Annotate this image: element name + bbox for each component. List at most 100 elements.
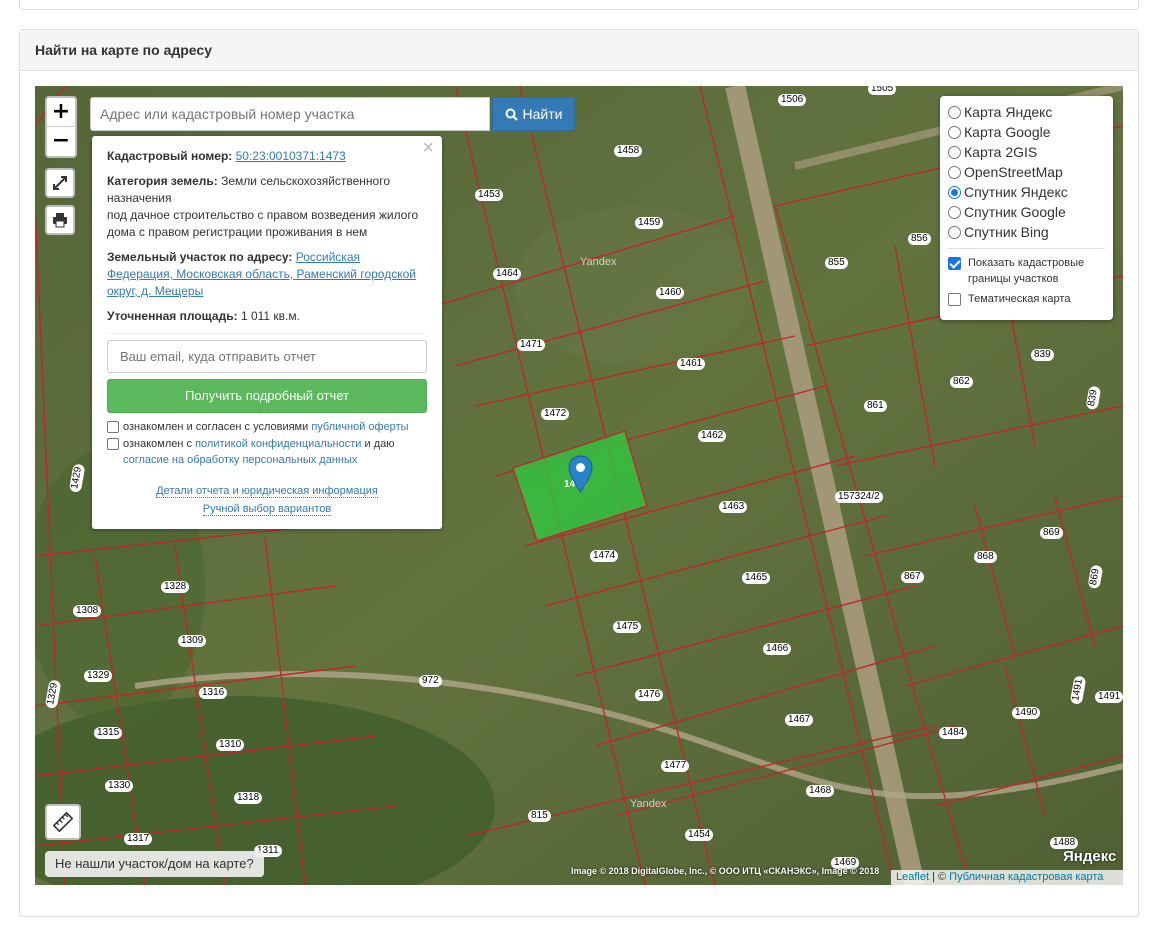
manual-selection-link[interactable]: Ручной выбор вариантов [202,503,332,516]
show-borders-checkbox[interactable] [948,257,961,270]
imagery-credit: Image © 2018 DigitalGlobe, Inc., © ООО И… [571,866,880,876]
thematic-map-checkbox[interactable] [948,293,961,306]
plot-label: 1466 [763,643,792,655]
layer-option-2gis[interactable]: Карта 2GIS [948,142,1105,162]
print-icon [53,213,67,228]
email-field[interactable] [107,340,427,373]
layer-label: Спутник Яндекс [964,184,1068,200]
layer-label: Спутник Google [964,204,1066,220]
land-category-label: Категория земель: [107,174,218,188]
area-row: Уточненная площадь: 1 011 кв.м. [107,308,427,325]
yandex-watermark: Yandex [580,256,617,268]
measure-button[interactable] [45,804,81,840]
layer-option-yandex-map[interactable]: Карта Яндекс [948,102,1105,122]
layer-option-osm[interactable]: OpenStreetMap [948,162,1105,182]
map-search-panel: Найти на карте по адресу 1506 1505 1458 … [19,29,1139,917]
plot-label: 1464 [493,268,522,280]
ruler-icon [53,812,73,832]
layer-option-google-satellite[interactable]: Спутник Google [948,202,1105,222]
location-marker-icon[interactable] [568,455,593,493]
plot-label: 1468 [806,785,835,797]
layer-radio[interactable] [948,105,961,119]
search-button-label: Найти [522,106,563,122]
plot-label: 1472 [541,408,570,420]
cadastral-number-row: Кадастровый номер: 50:23:0010371:1473 [107,148,427,165]
search-button[interactable]: Найти [492,97,575,131]
thematic-map-label: Тематическая карта [968,293,1071,305]
plot-label: 1330 [105,780,134,792]
show-borders-option[interactable]: Показать кадастровые границы участков [948,255,1105,287]
plot-label: 861 [864,400,887,412]
zoom-in-button[interactable]: + [47,98,75,127]
land-category-row: Категория земель: Земли сельскохозяйстве… [107,173,427,241]
layer-option-bing-satellite[interactable]: Спутник Bing [948,222,1105,242]
search-icon [505,108,518,121]
map-attribution: Leaflet | © Публичная кадастровая карта [891,870,1123,885]
layer-radio[interactable] [948,205,961,219]
layer-radio[interactable] [948,225,961,239]
privacy-policy-link[interactable]: политикой конфиденциальности [195,438,361,450]
show-borders-label: Показать кадастровые границы участков [968,257,1085,285]
plot-label: 1317 [124,833,153,845]
address-label: Земельный участок по адресу: [107,250,293,264]
layer-label: Карта 2GIS [964,144,1038,160]
plot-label: 1490 [1012,707,1041,719]
layer-label: Карта Google [964,124,1051,140]
plot-label: 1318 [234,792,263,804]
plot-label: 1329 [84,670,113,682]
layer-option-google-map[interactable]: Карта Google [948,122,1105,142]
plot-label: 1463 [719,501,748,513]
plot-label: 1461 [677,358,706,370]
address-row: Земельный участок по адресу: Российская … [107,249,427,300]
print-button[interactable] [45,205,75,235]
plot-label: 1308 [73,605,102,617]
report-details-link[interactable]: Детали отчета и юридическая информация [156,485,378,498]
layer-radio-selected[interactable] [948,185,961,199]
plot-label: 1474 [590,550,619,562]
plot-label: 1462 [698,430,727,442]
plot-label: 839 [1031,349,1054,361]
personal-data-consent-link[interactable]: согласие на обработку персональных данны… [123,454,357,466]
privacy-consent-checkbox[interactable] [107,438,119,450]
layer-separator [948,248,1105,249]
plot-label: 855 [825,257,848,269]
satellite-map[interactable]: 1506 1505 1458 1453 1459 1464 1460 1471 … [35,86,1123,885]
plot-label: 1465 [742,572,771,584]
popup-links: Детали отчета и юридическая информация Р… [107,482,427,518]
plot-label: 1309 [178,635,207,647]
plot-label: 1458 [614,145,643,157]
offer-consent-checkbox[interactable] [107,421,119,433]
layer-option-yandex-satellite[interactable]: Спутник Яндекс [948,182,1105,202]
not-found-button[interactable]: Не нашли участок/дом на карте? [45,851,264,877]
plot-label: 157324/2 [835,491,883,503]
get-report-button[interactable]: Получить подробный отчет [107,379,427,413]
yandex-logo: Яндекс [1063,848,1117,865]
layer-label: Спутник Bing [964,224,1049,240]
plot-label: 1477 [661,760,690,772]
public-offer-link[interactable]: публичной оферты [311,421,408,433]
plot-label: 1505 [868,86,897,95]
fullscreen-button[interactable] [45,168,75,198]
plot-label: 1467 [785,714,814,726]
cadastral-number-label: Кадастровый номер: [107,149,233,163]
layer-radio[interactable] [948,125,961,139]
thematic-map-option[interactable]: Тематическая карта [948,291,1105,307]
cadastral-map-link[interactable]: Публичная кадастровая карта [949,871,1103,883]
yandex-watermark: Yandex [630,798,667,810]
plot-label: 1471 [517,339,546,351]
zoom-out-button[interactable]: − [47,127,75,156]
layer-radio[interactable] [948,165,961,179]
close-icon[interactable]: × [422,138,434,158]
plot-label: 1484 [939,727,968,739]
plot-label: 1316 [199,687,228,699]
plot-label: 856 [908,233,931,245]
layer-radio[interactable] [948,145,961,159]
address-search-input[interactable] [90,97,490,131]
plot-label: 867 [901,571,924,583]
cadastral-number-link[interactable]: 50:23:0010371:1473 [236,149,346,163]
plot-label: 1315 [94,727,123,739]
plot-info-popup: × Кадастровый номер: 50:23:0010371:1473 … [92,136,442,529]
attribution-separator: | © [929,871,950,883]
leaflet-link[interactable]: Leaflet [896,871,929,883]
plot-label: 1310 [216,739,245,751]
